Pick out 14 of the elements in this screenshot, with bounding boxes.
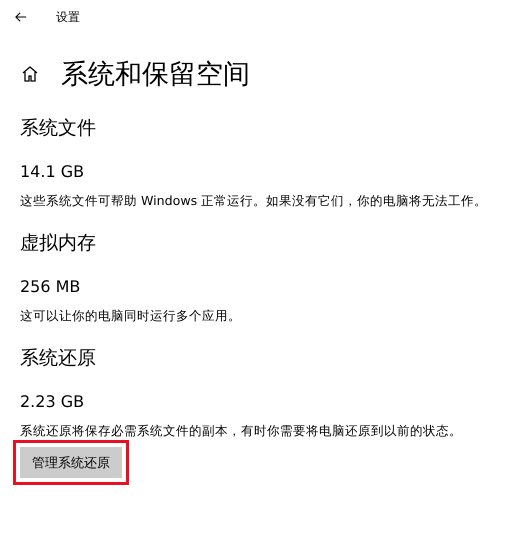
page-title: 系统和保留空间: [61, 60, 250, 88]
section-description: 这些系统文件可帮助 Windows 正常运行。如果没有它们，你的电脑将无法工作。: [20, 192, 488, 210]
size-value: 2.23 GB: [20, 391, 86, 413]
section-description: 系统还原将保存必需系统文件的副本，有时你需要将电脑还原到以前的状态。: [20, 422, 463, 440]
section-heading: 系统文件: [20, 116, 97, 141]
size-value: 256 MB: [20, 276, 82, 298]
size-value: 14.1 GB: [20, 161, 86, 183]
section-heading: 系统还原: [20, 346, 97, 371]
manage-restore-button[interactable]: 管理系统还原: [20, 447, 122, 478]
back-arrow-icon: [15, 11, 27, 23]
section-heading: 虚拟内存: [20, 231, 97, 256]
section-description: 这可以让你的电脑同时运行多个应用。: [20, 307, 242, 325]
home-icon: [21, 65, 39, 83]
window-title: 设置: [56, 8, 80, 26]
